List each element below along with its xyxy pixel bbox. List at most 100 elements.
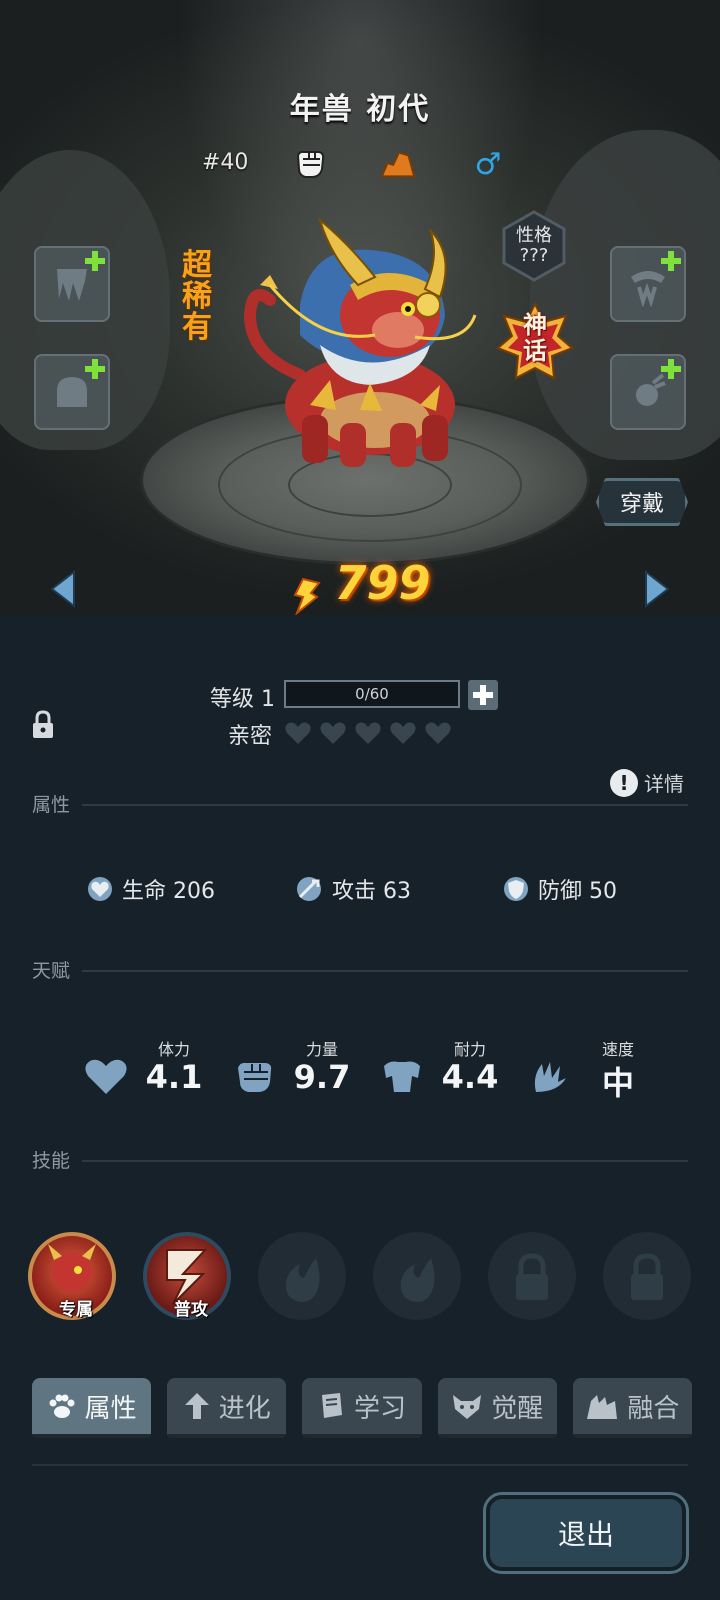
- stat-hp-text: 生命 206: [122, 879, 215, 904]
- skill-exclusive-label: 专属: [59, 1300, 93, 1320]
- rarity-text: 超稀有: [182, 248, 212, 345]
- attributes-section-title: 属性: [32, 794, 71, 816]
- muscle-torso-icon: [384, 1061, 420, 1092]
- skill-exclusive[interactable]: 专属: [28, 1232, 116, 1320]
- talent-endurance-value: 4.4: [441, 1058, 499, 1096]
- beast-head-icon: [453, 1395, 482, 1419]
- pet-info-panel: [0, 615, 720, 1600]
- power-flame-icon: [293, 577, 322, 615]
- pet-name: 年兽 初代: [289, 92, 431, 127]
- pet-number: #40: [202, 150, 249, 175]
- mythic-text: 神 话: [496, 312, 574, 364]
- talent-section-title: 天赋: [32, 960, 71, 982]
- skill-normal-label: 普攻: [174, 1300, 208, 1320]
- talent-endurance: 耐力 4.4: [380, 1036, 520, 1106]
- tab-fusion[interactable]: 融合: [572, 1378, 693, 1438]
- equip-slot-collar[interactable]: [610, 246, 686, 322]
- add-plus-icon: [661, 251, 681, 271]
- shield-icon: [504, 877, 528, 901]
- paw-icon: [49, 1394, 75, 1418]
- skill-slot-locked[interactable]: [488, 1232, 576, 1320]
- plus-icon: [473, 685, 493, 705]
- sword-icon: [297, 877, 321, 901]
- talent-section-header: 天赋: [32, 956, 688, 986]
- section-divider: [82, 1160, 688, 1162]
- skills-section-title: 技能: [32, 1150, 71, 1172]
- talent-speed: 速度 中: [528, 1036, 668, 1106]
- equip-slot-claw[interactable]: [34, 246, 110, 322]
- bottom-divider: [32, 1464, 688, 1466]
- lock-icon[interactable]: [32, 710, 54, 740]
- nature-title: 性格: [516, 225, 552, 246]
- stat-defense: 防御 50: [502, 873, 617, 905]
- stat-attack-text: 攻击 63: [332, 879, 411, 904]
- nature-text: 性格 ???: [498, 226, 570, 266]
- attributes-section-header: 属性: [32, 790, 688, 820]
- equip-slot-charm[interactable]: [610, 354, 686, 430]
- skill-slot-empty[interactable]: [373, 1232, 461, 1320]
- heart-empty-icon: [355, 722, 381, 744]
- skill-slot-empty[interactable]: [258, 1232, 346, 1320]
- mythic-char-2: 话: [523, 337, 547, 365]
- add-plus-icon: [85, 251, 105, 271]
- level-progress-bar: 0/60: [284, 680, 460, 708]
- skills-section-header: 技能: [32, 1146, 688, 1176]
- tab-fusion-label: 融合: [627, 1393, 680, 1424]
- nature-value: ???: [519, 245, 549, 266]
- mythic-tier-badge[interactable]: 神 话: [496, 301, 574, 382]
- wear-button[interactable]: 穿戴: [596, 478, 688, 526]
- evolve-arrow-icon: [184, 1393, 209, 1419]
- talent-stamina-value: 4.1: [145, 1058, 203, 1096]
- equip-slot-helmet[interactable]: [34, 354, 110, 430]
- exit-button[interactable]: 退出: [483, 1492, 689, 1574]
- add-plus-icon: [661, 359, 681, 379]
- stat-defense-text: 防御 50: [538, 879, 617, 904]
- pet-creature-illustration[interactable]: [240, 205, 500, 485]
- section-divider: [82, 804, 688, 806]
- add-plus-icon: [85, 359, 105, 379]
- talent-speed-value: 中: [601, 1064, 634, 1102]
- combat-power: 799: [0, 556, 720, 615]
- talent-endurance-label: 耐力: [453, 1040, 486, 1059]
- male-gender-icon: ♂: [474, 146, 502, 182]
- skill-slot-locked[interactable]: [603, 1232, 691, 1320]
- intimacy-label: 亲密: [228, 724, 273, 749]
- rarity-label: 超稀有: [182, 250, 220, 343]
- heart-empty-icon: [425, 722, 451, 744]
- bottom-tab-bar: 属性 进化 学习 觉醒 融合: [32, 1378, 693, 1438]
- flame-icon: [400, 1258, 435, 1302]
- tab-attributes-label: 属性: [84, 1393, 137, 1424]
- tab-learn-label: 学习: [354, 1393, 407, 1424]
- combat-power-value: 799: [334, 556, 431, 610]
- level-label: 等级 1: [210, 687, 275, 712]
- tab-learn[interactable]: 学习: [302, 1378, 422, 1438]
- level-up-button[interactable]: [468, 680, 498, 710]
- mythic-char-1: 神: [523, 311, 547, 339]
- fist-type-icon[interactable]: [292, 146, 328, 182]
- tab-attributes[interactable]: 属性: [32, 1378, 152, 1438]
- book-icon: [322, 1393, 342, 1418]
- heart-icon: [85, 1059, 127, 1094]
- stat-attack: 攻击 63: [294, 873, 411, 905]
- heart-empty-icon: [390, 722, 416, 744]
- talent-stamina: 体力 4.1: [84, 1036, 224, 1106]
- talent-strength-label: 力量: [305, 1040, 338, 1059]
- tab-awaken-label: 觉醒: [491, 1393, 544, 1424]
- talent-speed-label: 速度: [601, 1040, 634, 1059]
- wing-icon: [534, 1062, 566, 1092]
- terrain-icon[interactable]: [380, 146, 416, 182]
- tab-awaken[interactable]: 觉醒: [437, 1378, 557, 1438]
- heart-empty-icon: [285, 722, 311, 744]
- section-divider: [82, 970, 688, 972]
- talent-strength-value: 9.7: [293, 1058, 351, 1096]
- fist-icon: [238, 1062, 272, 1092]
- nature-badge[interactable]: 性格 ???: [498, 210, 570, 282]
- fusion-beasts-icon: [587, 1395, 618, 1419]
- tab-evolve-label: 进化: [218, 1393, 271, 1424]
- skill-normal-attack[interactable]: 普攻: [143, 1232, 231, 1320]
- heart-empty-icon: [320, 722, 346, 744]
- tab-evolve[interactable]: 进化: [167, 1378, 287, 1438]
- intimacy-hearts: [284, 720, 452, 746]
- lock-icon: [516, 1253, 548, 1300]
- talent-stamina-label: 体力: [157, 1040, 190, 1059]
